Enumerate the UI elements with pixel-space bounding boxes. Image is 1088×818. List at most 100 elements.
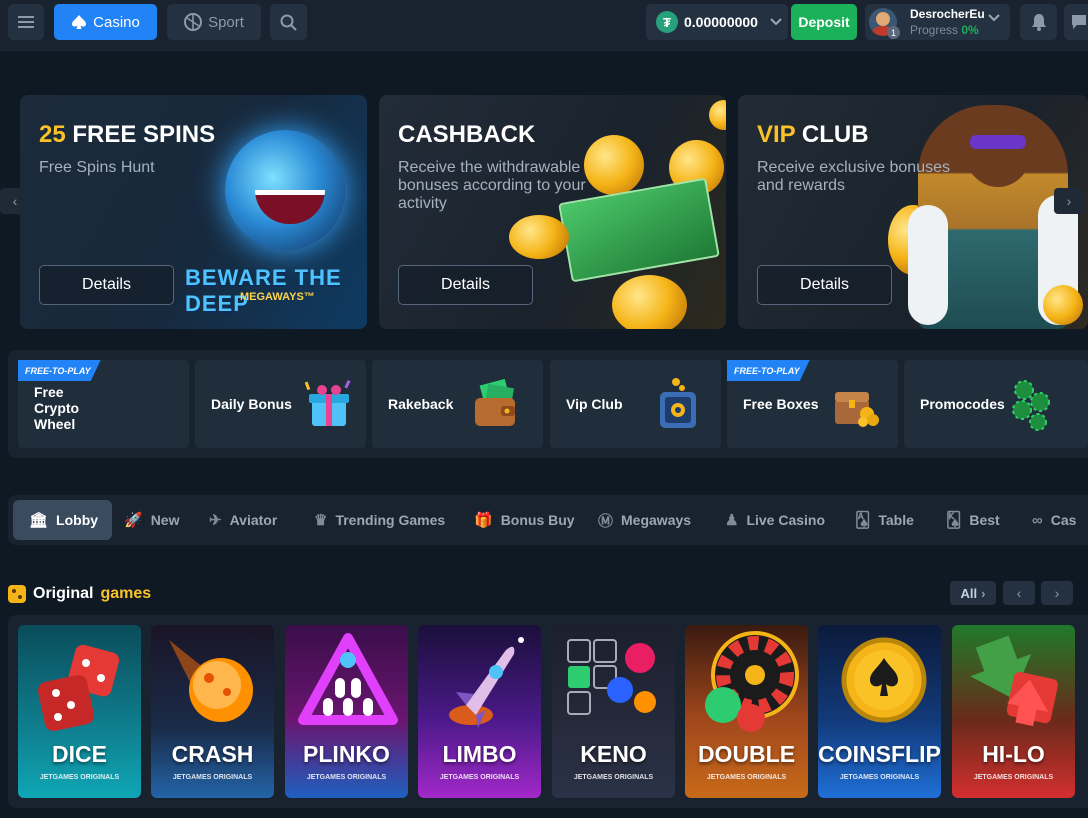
category-label: Lobby [56, 512, 99, 528]
casino-tab-label: Casino [93, 13, 140, 31]
category-lobby[interactable]: 🏛 Lobby [13, 500, 113, 540]
promo-subtitle: Free Spins Hunt [39, 159, 155, 176]
game-title: LIMBO [442, 741, 517, 767]
game-subtitle: JETGAMES ORIGINALS [39, 774, 120, 781]
sport-tab-label: Sport [208, 13, 244, 31]
megaways-icon: Ⓜ [598, 512, 614, 530]
game-card-limbo[interactable]: LIMBO JETGAMES ORIGINALS [418, 625, 541, 798]
promo-title-rest: CLUB [795, 121, 869, 148]
promo-title-accent: VIP [757, 121, 796, 148]
promo-title-accent: 25 [39, 121, 66, 148]
bell-icon [1031, 14, 1046, 31]
spade-icon [72, 15, 87, 29]
quick-link-label: Vip Club [566, 396, 623, 412]
game-subtitle: JETGAMES ORIGINALS [573, 774, 654, 781]
dice-icon [8, 585, 26, 603]
balance-selector[interactable]: ₮ 0.00000000 [646, 4, 788, 40]
hi-lo-arrows-illustration [970, 635, 1058, 727]
category-megaways[interactable]: Ⓜ Megaways [598, 500, 691, 540]
view-all-button[interactable]: All › [950, 581, 996, 605]
keno-illustration [567, 639, 656, 715]
game-card-crash[interactable]: CRASH JETGAMES ORIGINALS [151, 625, 274, 798]
category-new[interactable]: 🚀 New [124, 500, 179, 540]
rocket-icon: 🚀 [124, 512, 143, 529]
game-card-coinsflip[interactable]: COINSFLIP JETGAMES ORIGINALS [818, 625, 941, 798]
promo-cashback[interactable]: CASHBACK Receive the withdrawable bonuse… [379, 95, 726, 329]
dice-illustration [38, 644, 120, 731]
quick-link-rakeback[interactable]: Rakeback [372, 360, 543, 448]
quick-link-label: Free Crypto Wheel [34, 383, 80, 432]
bank-icon: 🏛 [29, 512, 49, 529]
game-title: KENO [580, 741, 647, 767]
sport-tab[interactable]: Sport [167, 4, 261, 40]
dealer-icon: ♟ [725, 512, 739, 529]
balance-value: 0.00000000 [684, 14, 758, 30]
meteor-illustration [169, 640, 253, 722]
usdt-icon: ₮ [656, 11, 678, 33]
quick-link-free-boxes[interactable]: FREE-TO-PLAY Free Boxes [727, 360, 898, 448]
category-label: Table [878, 512, 914, 528]
game-card-dice[interactable]: DICE JETGAMES ORIGINALS [18, 625, 141, 798]
promo-next-button[interactable]: › [1054, 188, 1084, 214]
category-label: Aviator [229, 512, 278, 528]
games-prev-button[interactable]: ‹ [1003, 581, 1035, 605]
category-trending-games[interactable]: ♛ Trending Games [314, 500, 445, 540]
quick-link-free-crypto-wheel[interactable]: FREE-TO-PLAY Free Crypto Wheel [18, 360, 189, 448]
section-title-white: Original [33, 585, 94, 602]
category-cas[interactable]: ∞ Cas [1032, 500, 1076, 540]
chat-button[interactable] [1064, 4, 1088, 40]
quick-link-vip-club[interactable]: Vip Club [550, 360, 721, 448]
deposit-button[interactable]: Deposit [791, 4, 857, 40]
game-title: CRASH [171, 741, 254, 767]
chevron-right-icon: › [1066, 193, 1072, 209]
vip-glasses [970, 135, 1026, 149]
promo-title-rest: CASHBACK [398, 121, 536, 148]
search-button[interactable] [270, 4, 307, 40]
original-games-row: DICE JETGAMES ORIGINALS CRASH JETGAMES O… [8, 615, 1088, 808]
quick-link-promocodes[interactable]: Promocodes [904, 360, 1088, 448]
category-live-casino[interactable]: ♟ Live Casino [725, 500, 825, 540]
promo-title: CASHBACK [398, 121, 535, 149]
category-best[interactable]: 🂮 Best [946, 500, 1000, 540]
level-badge: 1 [887, 26, 900, 39]
quick-link-label: Rakeback [388, 396, 454, 412]
promo-details-button[interactable]: Details [39, 265, 174, 305]
category-bonus-buy[interactable]: 🎁 Bonus Buy [474, 500, 575, 540]
promo-vip-club[interactable]: VIP CLUB Receive exclusive bonuses and r… [738, 95, 1088, 329]
free-to-play-badge: FREE-TO-PLAY [727, 360, 810, 381]
game-card-double[interactable]: DOUBLE JETGAMES ORIGINALS [685, 625, 808, 798]
quick-link-label: Promocodes [920, 396, 1005, 412]
category-bar: 🏛 Lobby 🚀 New ✈ Aviator ♛ Trending Games 🎁 Bo… [8, 495, 1088, 545]
ball-icon [184, 13, 203, 31]
category-aviator[interactable]: ✈ Aviator [209, 500, 277, 540]
quick-link-daily-bonus[interactable]: Daily Bonus [195, 360, 366, 448]
game-card-hi-lo[interactable]: HI-LO JETGAMES ORIGINALS [952, 625, 1075, 798]
safe-icon [660, 378, 696, 428]
notifications-button[interactable] [1020, 4, 1057, 40]
promo-free-spins[interactable]: BEWARE THE DEEP MEGAWAYS™ 25 FREE SPINS … [20, 95, 367, 329]
promo-details-button[interactable]: Details [398, 265, 533, 305]
megaways-logo: MEGAWAYS™ [240, 291, 315, 303]
game-title: PLINKO [303, 741, 390, 767]
promo-details-button[interactable]: Details [757, 265, 892, 305]
free-to-play-badge: FREE-TO-PLAY [18, 360, 101, 381]
wheel-illustration [705, 631, 799, 732]
game-subtitle: JETGAMES ORIGINALS [839, 774, 920, 781]
vip-fur-coat [908, 205, 948, 325]
game-card-plinko[interactable]: PLINKO JETGAMES ORIGINALS [285, 625, 408, 798]
menu-button[interactable] [8, 4, 44, 40]
wallet-icon [475, 378, 515, 426]
game-subtitle: JETGAMES ORIGINALS [706, 774, 787, 781]
games-next-button[interactable]: › [1041, 581, 1073, 605]
category-table[interactable]: 🂡 Table [855, 500, 914, 540]
category-label: Live Casino [746, 512, 826, 528]
treasure-chest-icon [835, 392, 879, 427]
hamburger-icon [18, 16, 34, 28]
game-card-keno[interactable]: KENO JETGAMES ORIGINALS [552, 625, 675, 798]
category-label: Megaways [621, 512, 692, 528]
casino-tab[interactable]: Casino [54, 4, 157, 40]
progress-value: 0% [961, 23, 979, 37]
category-label: New [150, 512, 180, 528]
profile-menu[interactable]: 1 DesrocherEu Progress 0% [865, 4, 1010, 40]
section-title: Original games [8, 585, 151, 603]
